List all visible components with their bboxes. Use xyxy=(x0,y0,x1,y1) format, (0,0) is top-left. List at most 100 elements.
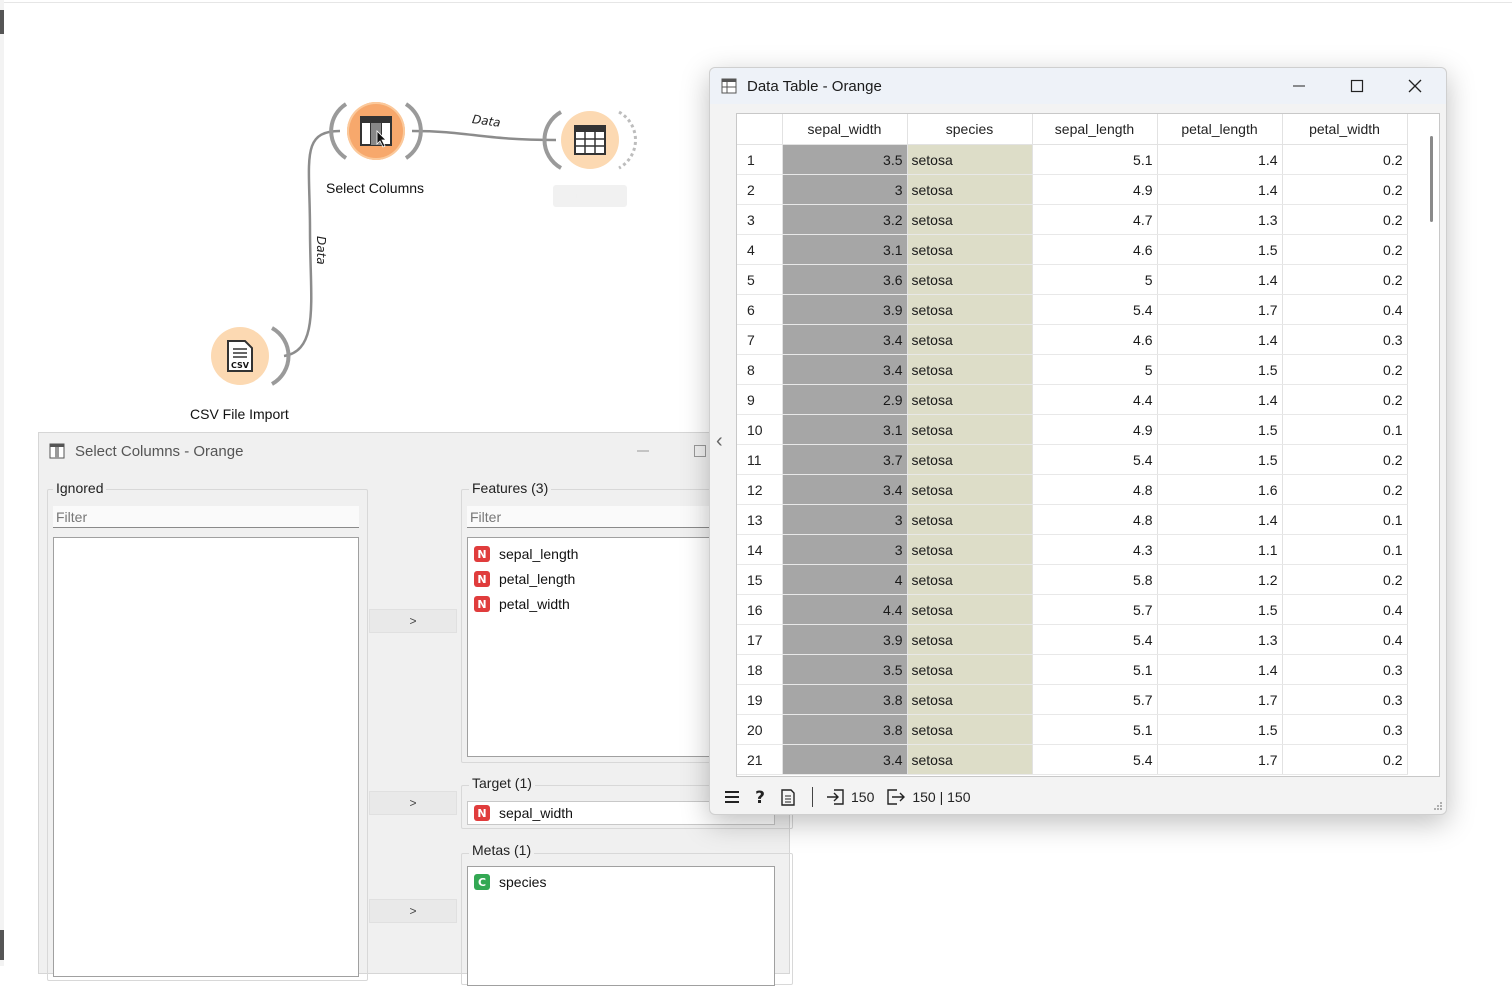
cell-petal-width[interactable]: 0.2 xyxy=(1282,384,1408,415)
list-item[interactable]: C species xyxy=(474,872,546,892)
cell-sepal-length[interactable]: 4.9 xyxy=(1032,174,1158,205)
table-row[interactable]: 20 3.8 setosa 5.1 1.5 0.3 xyxy=(737,714,1408,745)
cell-species[interactable]: setosa xyxy=(907,174,1033,205)
column-header[interactable]: sepal_length xyxy=(1032,114,1158,145)
list-item[interactable]: N sepal_width xyxy=(474,803,573,823)
row-number[interactable]: 15 xyxy=(737,564,783,595)
cell-sepal-width[interactable]: 3.4 xyxy=(782,474,908,505)
cell-sepal-width[interactable]: 3.9 xyxy=(782,294,908,325)
cell-petal-width[interactable]: 0.2 xyxy=(1282,144,1408,175)
table-row[interactable]: 3 3.2 setosa 4.7 1.3 0.2 xyxy=(737,204,1408,235)
column-header[interactable]: petal_length xyxy=(1157,114,1283,145)
row-number[interactable]: 21 xyxy=(737,744,783,775)
cell-species[interactable]: setosa xyxy=(907,264,1033,295)
row-number[interactable]: 20 xyxy=(737,714,783,745)
cell-petal-width[interactable]: 0.2 xyxy=(1282,744,1408,775)
cell-petal-width[interactable]: 0.2 xyxy=(1282,474,1408,505)
cell-petal-width[interactable]: 0.4 xyxy=(1282,294,1408,325)
cell-sepal-width[interactable]: 3 xyxy=(782,504,908,535)
cell-species[interactable]: setosa xyxy=(907,204,1033,235)
cell-sepal-width[interactable]: 3.7 xyxy=(782,444,908,475)
select-columns-widget[interactable] xyxy=(347,102,405,160)
scrollbar-thumb[interactable] xyxy=(1430,136,1433,222)
table-row[interactable]: 6 3.9 setosa 5.4 1.7 0.4 xyxy=(737,294,1408,325)
cell-sepal-width[interactable]: 3.1 xyxy=(782,414,908,445)
cell-sepal-length[interactable]: 5.1 xyxy=(1032,654,1158,685)
table-row[interactable]: 15 4 setosa 5.8 1.2 0.2 xyxy=(737,564,1408,595)
cell-sepal-width[interactable]: 3.2 xyxy=(782,204,908,235)
row-number[interactable]: 12 xyxy=(737,474,783,505)
cell-petal-width[interactable]: 0.2 xyxy=(1282,234,1408,265)
cell-species[interactable]: setosa xyxy=(907,504,1033,535)
cell-sepal-length[interactable]: 5 xyxy=(1032,264,1158,295)
cell-species[interactable]: setosa xyxy=(907,564,1033,595)
help-icon[interactable]: ? xyxy=(750,787,770,807)
row-number[interactable]: 7 xyxy=(737,324,783,355)
cell-sepal-width[interactable]: 3.5 xyxy=(782,654,908,685)
row-number[interactable]: 11 xyxy=(737,444,783,475)
table-row[interactable]: 13 3 setosa 4.8 1.4 0.1 xyxy=(737,504,1408,535)
cell-sepal-length[interactable]: 5.4 xyxy=(1032,624,1158,655)
row-number[interactable]: 13 xyxy=(737,504,783,535)
list-item[interactable]: N petal_width xyxy=(474,594,570,614)
cell-sepal-length[interactable]: 4.6 xyxy=(1032,234,1158,265)
row-number[interactable]: 1 xyxy=(737,144,783,175)
cell-sepal-width[interactable]: 2.9 xyxy=(782,384,908,415)
column-header[interactable]: petal_width xyxy=(1282,114,1408,145)
cell-petal-length[interactable]: 1.5 xyxy=(1157,414,1283,445)
cell-petal-length[interactable]: 1.5 xyxy=(1157,444,1283,475)
cell-petal-width[interactable]: 0.3 xyxy=(1282,684,1408,715)
move-to-target-button[interactable]: > xyxy=(369,791,457,815)
table-row[interactable]: 1 3.5 setosa 5.1 1.4 0.2 xyxy=(737,144,1408,175)
table-row[interactable]: 10 3.1 setosa 4.9 1.5 0.1 xyxy=(737,414,1408,445)
cell-petal-width[interactable]: 0.1 xyxy=(1282,534,1408,565)
table-row[interactable]: 21 3.4 setosa 5.4 1.7 0.2 xyxy=(737,744,1408,775)
cell-species[interactable]: setosa xyxy=(907,684,1033,715)
table-row[interactable]: 2 3 setosa 4.9 1.4 0.2 xyxy=(737,174,1408,205)
cell-petal-width[interactable]: 0.3 xyxy=(1282,714,1408,745)
table-row[interactable]: 18 3.5 setosa 5.1 1.4 0.3 xyxy=(737,654,1408,685)
cell-sepal-width[interactable]: 3 xyxy=(782,174,908,205)
csv-import-widget[interactable]: CSV xyxy=(211,327,269,385)
table-row[interactable]: 7 3.4 setosa 4.6 1.4 0.3 xyxy=(737,324,1408,355)
table-row[interactable]: 9 2.9 setosa 4.4 1.4 0.2 xyxy=(737,384,1408,415)
cell-sepal-length[interactable]: 5.4 xyxy=(1032,744,1158,775)
list-item[interactable]: N sepal_length xyxy=(474,544,578,564)
cell-sepal-width[interactable]: 3.4 xyxy=(782,744,908,775)
cell-petal-width[interactable]: 0.2 xyxy=(1282,204,1408,235)
cell-species[interactable]: setosa xyxy=(907,444,1033,475)
move-to-metas-button[interactable]: > xyxy=(369,899,457,923)
table-row[interactable]: 11 3.7 setosa 5.4 1.5 0.2 xyxy=(737,444,1408,475)
link-csv-to-select[interactable] xyxy=(283,129,341,358)
cell-sepal-width[interactable]: 3.4 xyxy=(782,324,908,355)
cell-sepal-length[interactable]: 5.4 xyxy=(1032,444,1158,475)
cell-petal-width[interactable]: 0.2 xyxy=(1282,564,1408,595)
cell-sepal-width[interactable]: 3.8 xyxy=(782,684,908,715)
table-row[interactable]: 5 3.6 setosa 5 1.4 0.2 xyxy=(737,264,1408,295)
cell-species[interactable]: setosa xyxy=(907,384,1033,415)
cell-petal-length[interactable]: 1.4 xyxy=(1157,264,1283,295)
row-number[interactable]: 9 xyxy=(737,384,783,415)
cell-sepal-length[interactable]: 5.1 xyxy=(1032,714,1158,745)
cell-sepal-width[interactable]: 4 xyxy=(782,564,908,595)
row-number[interactable]: 16 xyxy=(737,594,783,625)
cell-species[interactable]: setosa xyxy=(907,144,1033,175)
cell-petal-length[interactable]: 1.4 xyxy=(1157,384,1283,415)
cell-petal-length[interactable]: 1.3 xyxy=(1157,624,1283,655)
row-number[interactable]: 5 xyxy=(737,264,783,295)
row-number[interactable]: 19 xyxy=(737,684,783,715)
cell-petal-length[interactable]: 1.5 xyxy=(1157,234,1283,265)
cell-species[interactable]: setosa xyxy=(907,354,1033,385)
ignored-filter-input[interactable] xyxy=(53,506,359,528)
cell-species[interactable]: setosa xyxy=(907,714,1033,745)
cell-petal-length[interactable]: 1.7 xyxy=(1157,684,1283,715)
cell-sepal-length[interactable]: 4.4 xyxy=(1032,384,1158,415)
select-columns-titlebar[interactable]: Select Columns - Orange xyxy=(39,433,789,469)
row-number[interactable]: 8 xyxy=(737,354,783,385)
row-number[interactable]: 6 xyxy=(737,294,783,325)
cell-sepal-length[interactable]: 4.9 xyxy=(1032,414,1158,445)
cell-species[interactable]: setosa xyxy=(907,594,1033,625)
move-to-features-button[interactable]: > xyxy=(369,609,457,633)
cell-petal-length[interactable]: 1.4 xyxy=(1157,144,1283,175)
cell-petal-width[interactable]: 0.2 xyxy=(1282,444,1408,475)
